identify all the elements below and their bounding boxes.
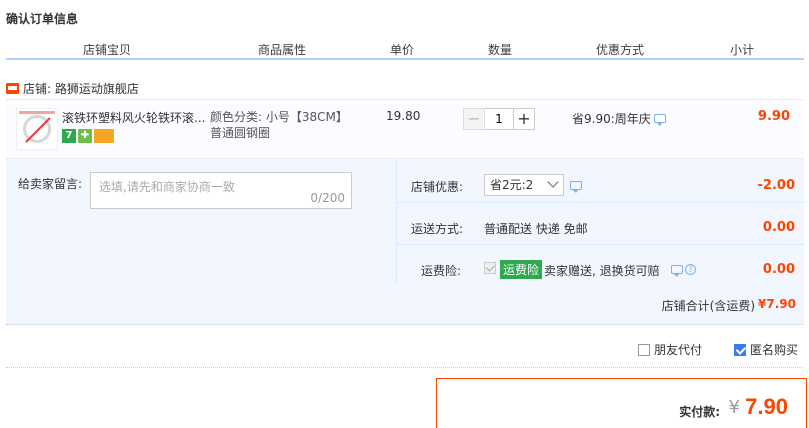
chat-bubble-icon[interactable] <box>570 181 582 193</box>
message-char-counter: 0/200 <box>310 191 345 205</box>
shop-name-link[interactable]: 店铺: 路狮运动旗舰店 <box>23 80 139 97</box>
insurance-label: 运费险: <box>421 264 462 278</box>
anonymous-option[interactable]: 匿名购买 <box>734 341 798 358</box>
quantity-increase-button[interactable]: + <box>513 108 535 130</box>
shop-total-value: ¥7.90 <box>758 297 796 311</box>
col-header-quantity: 数量 <box>488 43 513 57</box>
order-options: 朋友代付 匿名购买 <box>6 333 804 368</box>
col-header-promo: 优惠方式 <box>596 43 645 57</box>
order-details-box: 给卖家留言: 选填,请先和商家协商一致 0/200 店铺优惠: 省2元:2 -2… <box>6 159 805 325</box>
chat-bubble-icon[interactable] <box>671 265 683 277</box>
message-label: 给卖家留言: <box>18 177 83 191</box>
product-thumbnail[interactable] <box>16 108 58 150</box>
seller-message-textarea[interactable]: 选填,请先和商家协商一致 0/200 <box>90 172 352 209</box>
shop-total: 店铺合计(含运费) ¥7.90 <box>662 297 796 314</box>
guarantee-icon[interactable]: ✚ <box>78 129 92 143</box>
shop-discount-select[interactable]: 省2元:2 <box>484 174 564 196</box>
insurance-icons: ? <box>671 264 696 277</box>
service-badges: 7 ✚ <box>62 129 114 143</box>
col-header-shop-item: 店铺宝贝 <box>83 43 132 57</box>
quantity-decrease-button[interactable]: − <box>463 108 485 130</box>
shipping-row: 运送方式: 普通配送 快递 免邮 0.00 <box>397 204 805 245</box>
item-subtotal: 9.90 <box>757 109 790 124</box>
insurance-text: 卖家赠送, 退换货可赔 <box>544 264 660 278</box>
quantity-input[interactable] <box>485 108 513 130</box>
col-header-subtotal: 小计 <box>730 43 755 57</box>
product-title-link[interactable]: 滚铁环塑料风火轮铁环滚... <box>62 109 207 126</box>
payment-label: 实付款: <box>679 405 720 419</box>
seven-day-return-icon[interactable]: 7 <box>62 129 76 143</box>
col-header-price: 单价 <box>390 43 415 57</box>
shop-discount-label: 店铺优惠: <box>411 180 464 194</box>
payment-amount: 7.90 <box>745 394 788 419</box>
sku-variant: 普通圆钢圈 <box>210 126 271 140</box>
insurance-checkbox <box>484 262 496 274</box>
thumbnail-caption <box>19 111 55 114</box>
anonymous-checkbox[interactable] <box>734 343 746 356</box>
shop-row: 店铺: 路狮运动旗舰店 <box>6 80 139 96</box>
insurance-value: 0.00 <box>762 262 795 277</box>
shipping-value: 0.00 <box>762 220 795 235</box>
insurance-row: 运费险: 运费险 卖家赠送, 退换货可赔 ? 0.00 <box>397 246 805 287</box>
order-item-row: 滚铁环塑料风火轮铁环滚... 7 ✚ 颜色分类: 小号【38CM】 普通圆钢圈 … <box>6 99 804 159</box>
order-summary-pane: 店铺优惠: 省2元:2 -2.00 运送方式: 普通配送 快递 免邮 0.00 … <box>396 159 805 283</box>
currency-symbol: ¥ <box>728 397 740 418</box>
friend-pay-label: 朋友代付 <box>654 343 703 357</box>
chevron-down-icon <box>547 176 559 188</box>
page-title: 确认订单信息 <box>6 12 79 26</box>
shop-discount-selected: 省2元:2 <box>490 178 534 192</box>
friend-pay-option[interactable]: 朋友代付 <box>638 341 702 358</box>
product-sku: 颜色分类: 小号【38CM】 普通圆钢圈 <box>210 109 380 141</box>
shipping-method: 普通配送 快递 免邮 <box>484 222 588 236</box>
shop-icon <box>6 82 19 94</box>
shop-discount-value: -2.00 <box>757 178 795 193</box>
col-header-attributes: 商品属性 <box>258 43 307 57</box>
unit-price: 19.80 <box>386 109 421 123</box>
payment-summary: 实付款: ¥ 7.90 <box>436 378 807 428</box>
help-icon[interactable]: ? <box>685 264 696 275</box>
chat-bubble-icon[interactable] <box>653 114 666 126</box>
column-headers: 店铺宝贝 商品属性 单价 数量 优惠方式 小计 <box>6 38 804 60</box>
promo-info: 省9.90:周年庆 <box>572 110 666 127</box>
shop-discount-row: 店铺优惠: 省2元:2 -2.00 <box>397 162 805 203</box>
quantity-stepper: − + <box>463 108 535 130</box>
shop-total-label: 店铺合计(含运费) <box>661 299 756 313</box>
anonymous-label: 匿名购买 <box>750 343 799 357</box>
message-placeholder: 选填,请先和商家协商一致 <box>99 180 235 194</box>
shipping-label: 运送方式: <box>411 222 464 236</box>
friend-pay-checkbox[interactable] <box>638 343 650 356</box>
sku-color: 颜色分类: 小号【38CM】 <box>210 110 348 124</box>
insurance-tag: 运费险 <box>500 260 543 279</box>
credit-card-icon[interactable] <box>94 129 114 143</box>
promo-text: 省9.90:周年庆 <box>572 112 651 126</box>
